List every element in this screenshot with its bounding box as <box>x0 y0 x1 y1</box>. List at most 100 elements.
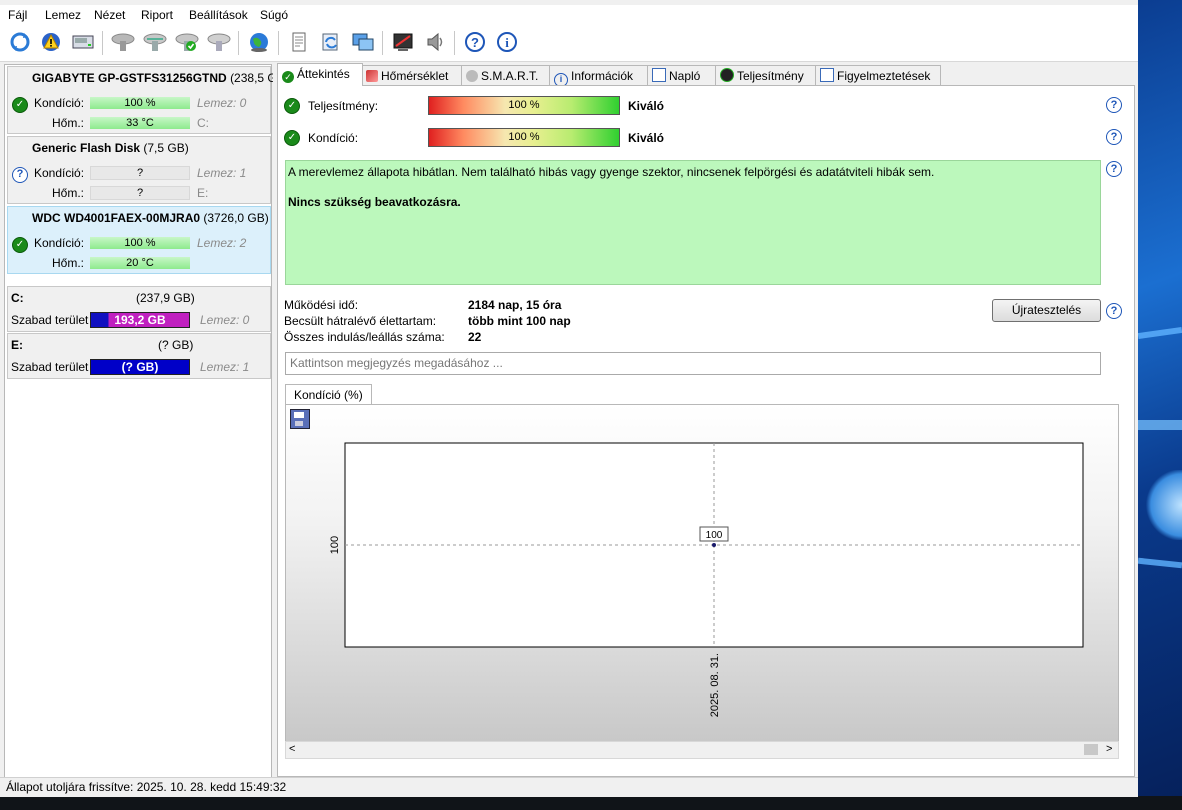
menu-bar: Fájl Lemez Nézet Riport Beállítások Súgó <box>0 5 1138 25</box>
network-disk-icon[interactable] <box>350 29 376 55</box>
volume-item[interactable]: E: (? GB) Szabad terület (? GB) Lemez: 1 <box>7 333 271 379</box>
chart-tab-condition[interactable]: Kondíció (%) <box>285 384 372 405</box>
tab-information[interactable]: i Információk <box>549 65 649 87</box>
tab-log[interactable]: Napló <box>647 65 717 86</box>
uptime-value: 2184 nap, 15 óra <box>468 298 562 312</box>
disk-small-icon <box>466 70 478 82</box>
disk-title: GIGABYTE GP-GSTFS31256GTND (238,5 GB <box>32 71 285 85</box>
volume-letter: C: <box>11 291 24 305</box>
note-input[interactable]: Kattintson megjegyzés megadásához ... <box>285 352 1101 375</box>
tab-performance[interactable]: Teljesítmény <box>715 65 817 86</box>
condition-bar: ? <box>90 166 190 180</box>
ok-check-icon: ✓ <box>12 97 28 113</box>
disk-title: Generic Flash Disk (7,5 GB) <box>32 141 189 155</box>
help-icon[interactable]: ? <box>1106 161 1122 177</box>
volume-size: (237,9 GB) <box>136 291 195 305</box>
thermometer-icon <box>366 70 378 82</box>
free-space-label: Szabad terület <box>11 313 89 327</box>
drive-letter: E: <box>197 186 209 200</box>
volume-letter: E: <box>11 338 23 352</box>
disk-index: Lemez: 1 <box>197 166 247 180</box>
menu-view[interactable]: Nézet <box>94 8 125 22</box>
warning-icon[interactable] <box>38 29 64 55</box>
info-icon[interactable]: i <box>494 29 520 55</box>
free-space-bar: 193,2 GB <box>90 312 190 328</box>
status-message-box: A merevlemez állapota hibátlan. Nem talá… <box>285 160 1101 285</box>
scroll-thumb[interactable] <box>1084 744 1098 755</box>
menu-disk[interactable]: Lemez <box>45 8 81 22</box>
globe-icon[interactable] <box>246 29 272 55</box>
status-message: A merevlemez állapota hibátlan. Nem talá… <box>288 165 935 179</box>
svg-text:i: i <box>505 35 509 50</box>
temperature-label: Hőm.: <box>52 256 85 270</box>
svg-text:?: ? <box>471 35 479 50</box>
tab-smart[interactable]: S.M.A.R.T. <box>461 65 551 86</box>
volume-item[interactable]: C: (237,9 GB) Szabad terület 193,2 GB Le… <box>7 286 271 332</box>
disk-cable-icon[interactable] <box>142 29 168 55</box>
disk-item[interactable]: GIGABYTE GP-GSTFS31256GTND (238,5 GB ✓ K… <box>7 66 285 134</box>
help-icon[interactable]: ? <box>1106 303 1122 319</box>
toolbar: ? i <box>0 25 1138 62</box>
condition-bar: 100 % <box>90 237 190 249</box>
document-icon <box>652 68 666 82</box>
disk-item-selected[interactable]: WDC WD4001FAEX-00MJRA0 (3726,0 GB) ✓ Kon… <box>7 206 271 274</box>
temperature-bar: 33 °C <box>90 117 190 129</box>
refresh-copy-icon[interactable] <box>318 29 344 55</box>
menu-report[interactable]: Riport <box>141 8 173 22</box>
ok-check-icon: ✓ <box>284 98 300 114</box>
condition-chart: 100 2025. 08. 31. 100 <box>329 442 1084 717</box>
y-tick-label: 100 <box>329 536 341 554</box>
ok-check-icon: ✓ <box>284 130 300 146</box>
disk-index: Lemez: 0 <box>200 313 250 327</box>
disk-list-panel: GIGABYTE GP-GSTFS31256GTND (238,5 GB ✓ K… <box>4 64 285 778</box>
performance-rating: Kiváló <box>628 99 665 113</box>
scroll-left-icon[interactable]: < <box>289 743 295 755</box>
retest-button[interactable]: Újratesztelés <box>992 299 1101 322</box>
remaining-life-value: több mint 100 nap <box>468 314 571 328</box>
disk-icon[interactable] <box>70 29 96 55</box>
disk-index: Lemez: 0 <box>197 96 247 110</box>
ok-check-icon: ✓ <box>282 71 294 83</box>
tab-overview[interactable]: ✓ Áttekintés <box>277 63 363 86</box>
chart-area: 100 2025. 08. 31. 100 <box>285 404 1119 743</box>
drive-letter: C: <box>197 116 209 130</box>
status-bar-text: Állapot utoljára frissítve: 2025. 10. 28… <box>6 780 287 794</box>
help-icon[interactable]: ? <box>462 29 488 55</box>
x-tick-label: 2025. 08. 31. <box>709 653 721 717</box>
menu-settings[interactable]: Beállítások <box>189 8 248 22</box>
report-icon[interactable] <box>286 29 312 55</box>
condition-rating: Kiváló <box>628 131 665 145</box>
data-label: 100 <box>706 530 723 541</box>
overview-panel: ✓ Teljesítmény: 100 % Kiváló ? ✓ Kondíci… <box>277 85 1135 777</box>
menu-help[interactable]: Súgó <box>260 8 288 22</box>
condition-label: Kondíció: <box>34 236 85 250</box>
refresh-icon[interactable] <box>7 29 33 55</box>
taskbar <box>0 796 1182 810</box>
temperature-label: Hőm.: <box>52 116 85 130</box>
alert-document-icon <box>820 68 834 82</box>
data-point <box>712 543 716 547</box>
disk-gray-icon[interactable] <box>110 29 136 55</box>
ok-check-icon: ✓ <box>12 237 28 253</box>
disk-check-icon[interactable] <box>174 29 200 55</box>
gauge-icon <box>720 68 734 82</box>
tab-alerts[interactable]: Figyelmeztetések <box>815 65 941 86</box>
disk-item[interactable]: Generic Flash Disk (7,5 GB) ? Kondíció: … <box>7 136 271 204</box>
terminal-icon[interactable] <box>390 29 416 55</box>
disk-index: Lemez: 1 <box>200 360 250 374</box>
help-icon[interactable]: ? <box>1106 97 1122 113</box>
volume-size: (? GB) <box>158 338 194 352</box>
help-icon[interactable]: ? <box>1106 129 1122 145</box>
horizontal-scrollbar[interactable]: < > <box>285 741 1119 759</box>
note-placeholder: Kattintson megjegyzés megadásához ... <box>290 356 503 370</box>
tab-temperature[interactable]: Hőmérséklet <box>361 65 463 86</box>
scroll-right-icon[interactable]: > <box>1106 743 1112 755</box>
disk-index: Lemez: 2 <box>197 236 247 250</box>
temperature-label: Hőm.: <box>52 186 85 200</box>
desktop-background <box>1137 0 1182 810</box>
speaker-icon[interactable] <box>422 29 448 55</box>
disk-magnify-icon[interactable] <box>206 29 232 55</box>
menu-file[interactable]: Fájl <box>8 8 27 22</box>
start-stop-value: 22 <box>468 330 482 344</box>
status-bar: Állapot utoljára frissítve: 2025. 10. 28… <box>0 777 1138 797</box>
